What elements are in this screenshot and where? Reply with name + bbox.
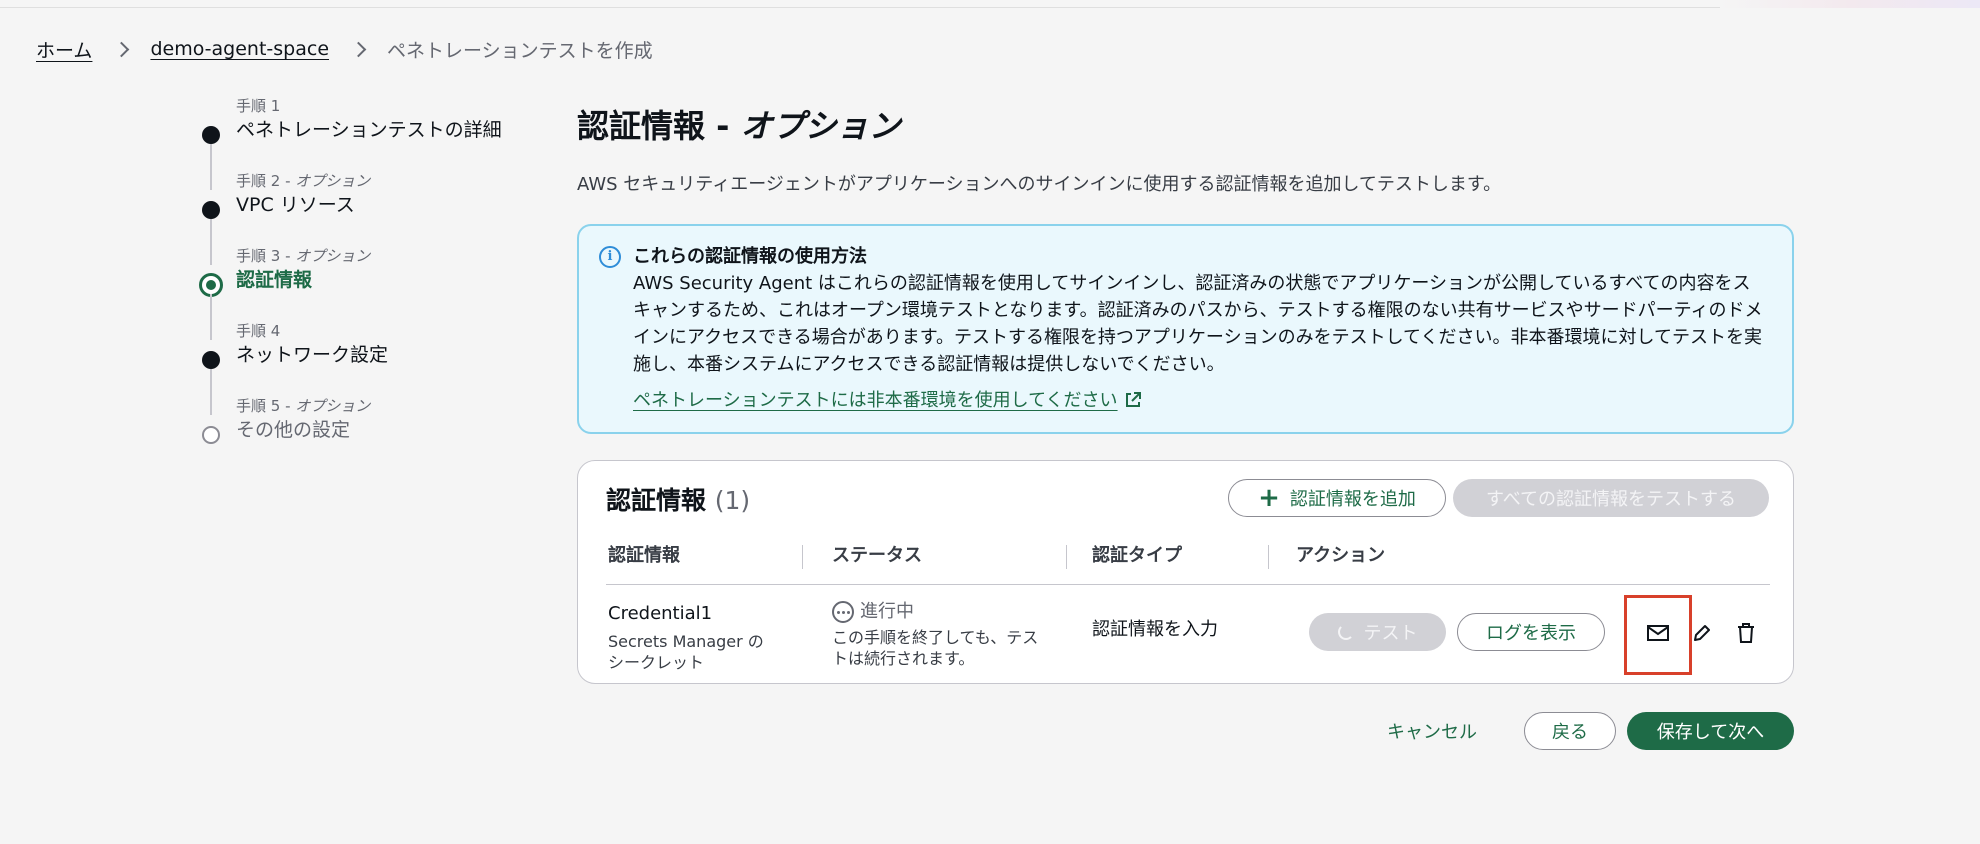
column-header-credential: 認証情報 [608,545,680,566]
step-title: 認証情報 [236,269,313,291]
column-header-auth-type: 認証タイプ [1092,545,1182,566]
auth-type: 認証情報を入力 [1092,619,1218,640]
column-header-status: ステータス [832,545,922,566]
credentials-title: 認証情報 (1) [606,486,751,515]
main-content: 認証情報 - オプション AWS セキュリティエージェントがアプリケーションへの… [577,104,1794,750]
chevron-right-icon [106,39,136,59]
page-title: 認証情報 - オプション [577,107,901,145]
wizard-footer: キャンセル 戻る 保存して次へ [577,710,1794,752]
info-body: AWS Security Agent はこれらの認証情報を使用してサインインし、… [633,273,1763,375]
status-note: この手順を終了しても、テストは続行されます。 [832,628,1039,668]
chevron-right-icon [343,39,373,59]
credentials-card: 認証情報 (1) + 認証情報を追加 すべての認証情報をテストする 認証情報 ステ… [577,460,1794,684]
mail-icon[interactable] [1644,619,1672,647]
breadcrumb-agent-space[interactable]: demo-agent-space [150,38,329,60]
page-description: AWS セキュリティエージェントがアプリケーションへのサインインに使用する認証情… [577,174,1502,195]
view-logs-button[interactable]: ログを表示 [1457,613,1605,651]
step-4[interactable]: 手順 4 ネットワーク設定 [198,321,528,415]
step-title: ネットワーク設定 [236,344,389,366]
step-title: VPC リソース [236,194,355,216]
info-title: これらの認証情報の使用方法 [633,246,867,267]
credential-name: Credential1 [608,603,713,624]
in-progress-icon [832,601,854,623]
column-header-actions: アクション [1296,545,1386,566]
info-alert: i これらの認証情報の使用方法 AWS Security Agent はこれらの… [577,224,1794,434]
trash-icon[interactable] [1732,619,1760,647]
spinner-icon [1337,624,1354,640]
breadcrumb-home[interactable]: ホーム [36,36,92,63]
step-number: 手順 1 [236,97,281,115]
external-link-icon [1125,392,1141,407]
step-number: 手順 3 - オプション [236,247,371,265]
back-button[interactable]: 戻る [1524,712,1616,750]
table-row: Credential1 Secrets Manager のシークレット 進行中 … [606,585,1770,685]
column-divider [1268,545,1269,569]
step-complete-dot [202,351,220,369]
step-future-dot [202,426,220,444]
step-3[interactable]: 手順 3 - オプション 認証情報 [198,246,528,340]
column-divider [1066,545,1067,569]
test-all-credentials-button[interactable]: すべての認証情報をテストする [1453,479,1769,517]
save-and-next-button[interactable]: 保存して次へ [1627,712,1794,750]
breadcrumb-current: ペネトレーションテストを作成 [387,39,653,62]
step-number: 手順 2 - オプション [236,172,371,190]
top-bar [0,0,1980,8]
step-title: ペネトレーションテストの詳細 [236,119,502,141]
table-header: 認証情報 ステータス 認証タイプ アクション [606,543,1770,585]
step-complete-dot [202,201,220,219]
credential-source: Secrets Manager のシークレット [608,632,764,672]
test-credential-button[interactable]: テスト [1309,613,1446,651]
step-2[interactable]: 手順 2 - オプション VPC リソース [198,171,528,265]
column-divider [802,545,803,569]
edit-pencil-icon[interactable] [1688,619,1716,647]
cancel-button[interactable]: キャンセル [1387,714,1477,748]
wizard-steps: 手順 1 ペネトレーションテストの詳細 手順 2 - オプション VPC リソー… [198,96,528,471]
plus-icon: + [1258,483,1280,513]
step-title: その他の設定 [236,419,351,441]
step-complete-dot [202,126,220,144]
step-5[interactable]: 手順 5 - オプション その他の設定 [198,396,528,471]
info-icon: i [599,246,621,268]
status-badge: 進行中 [832,599,914,625]
non-production-link[interactable]: ペネトレーションテストには非本番環境を使用してください [633,388,1142,414]
step-number: 手順 5 - オプション [236,397,371,415]
step-number: 手順 4 [236,322,281,340]
breadcrumb: ホーム demo-agent-space ペネトレーションテストを作成 [36,36,653,62]
step-1[interactable]: 手順 1 ペネトレーションテストの詳細 [198,96,528,190]
add-credential-button[interactable]: + 認証情報を追加 [1228,479,1446,517]
